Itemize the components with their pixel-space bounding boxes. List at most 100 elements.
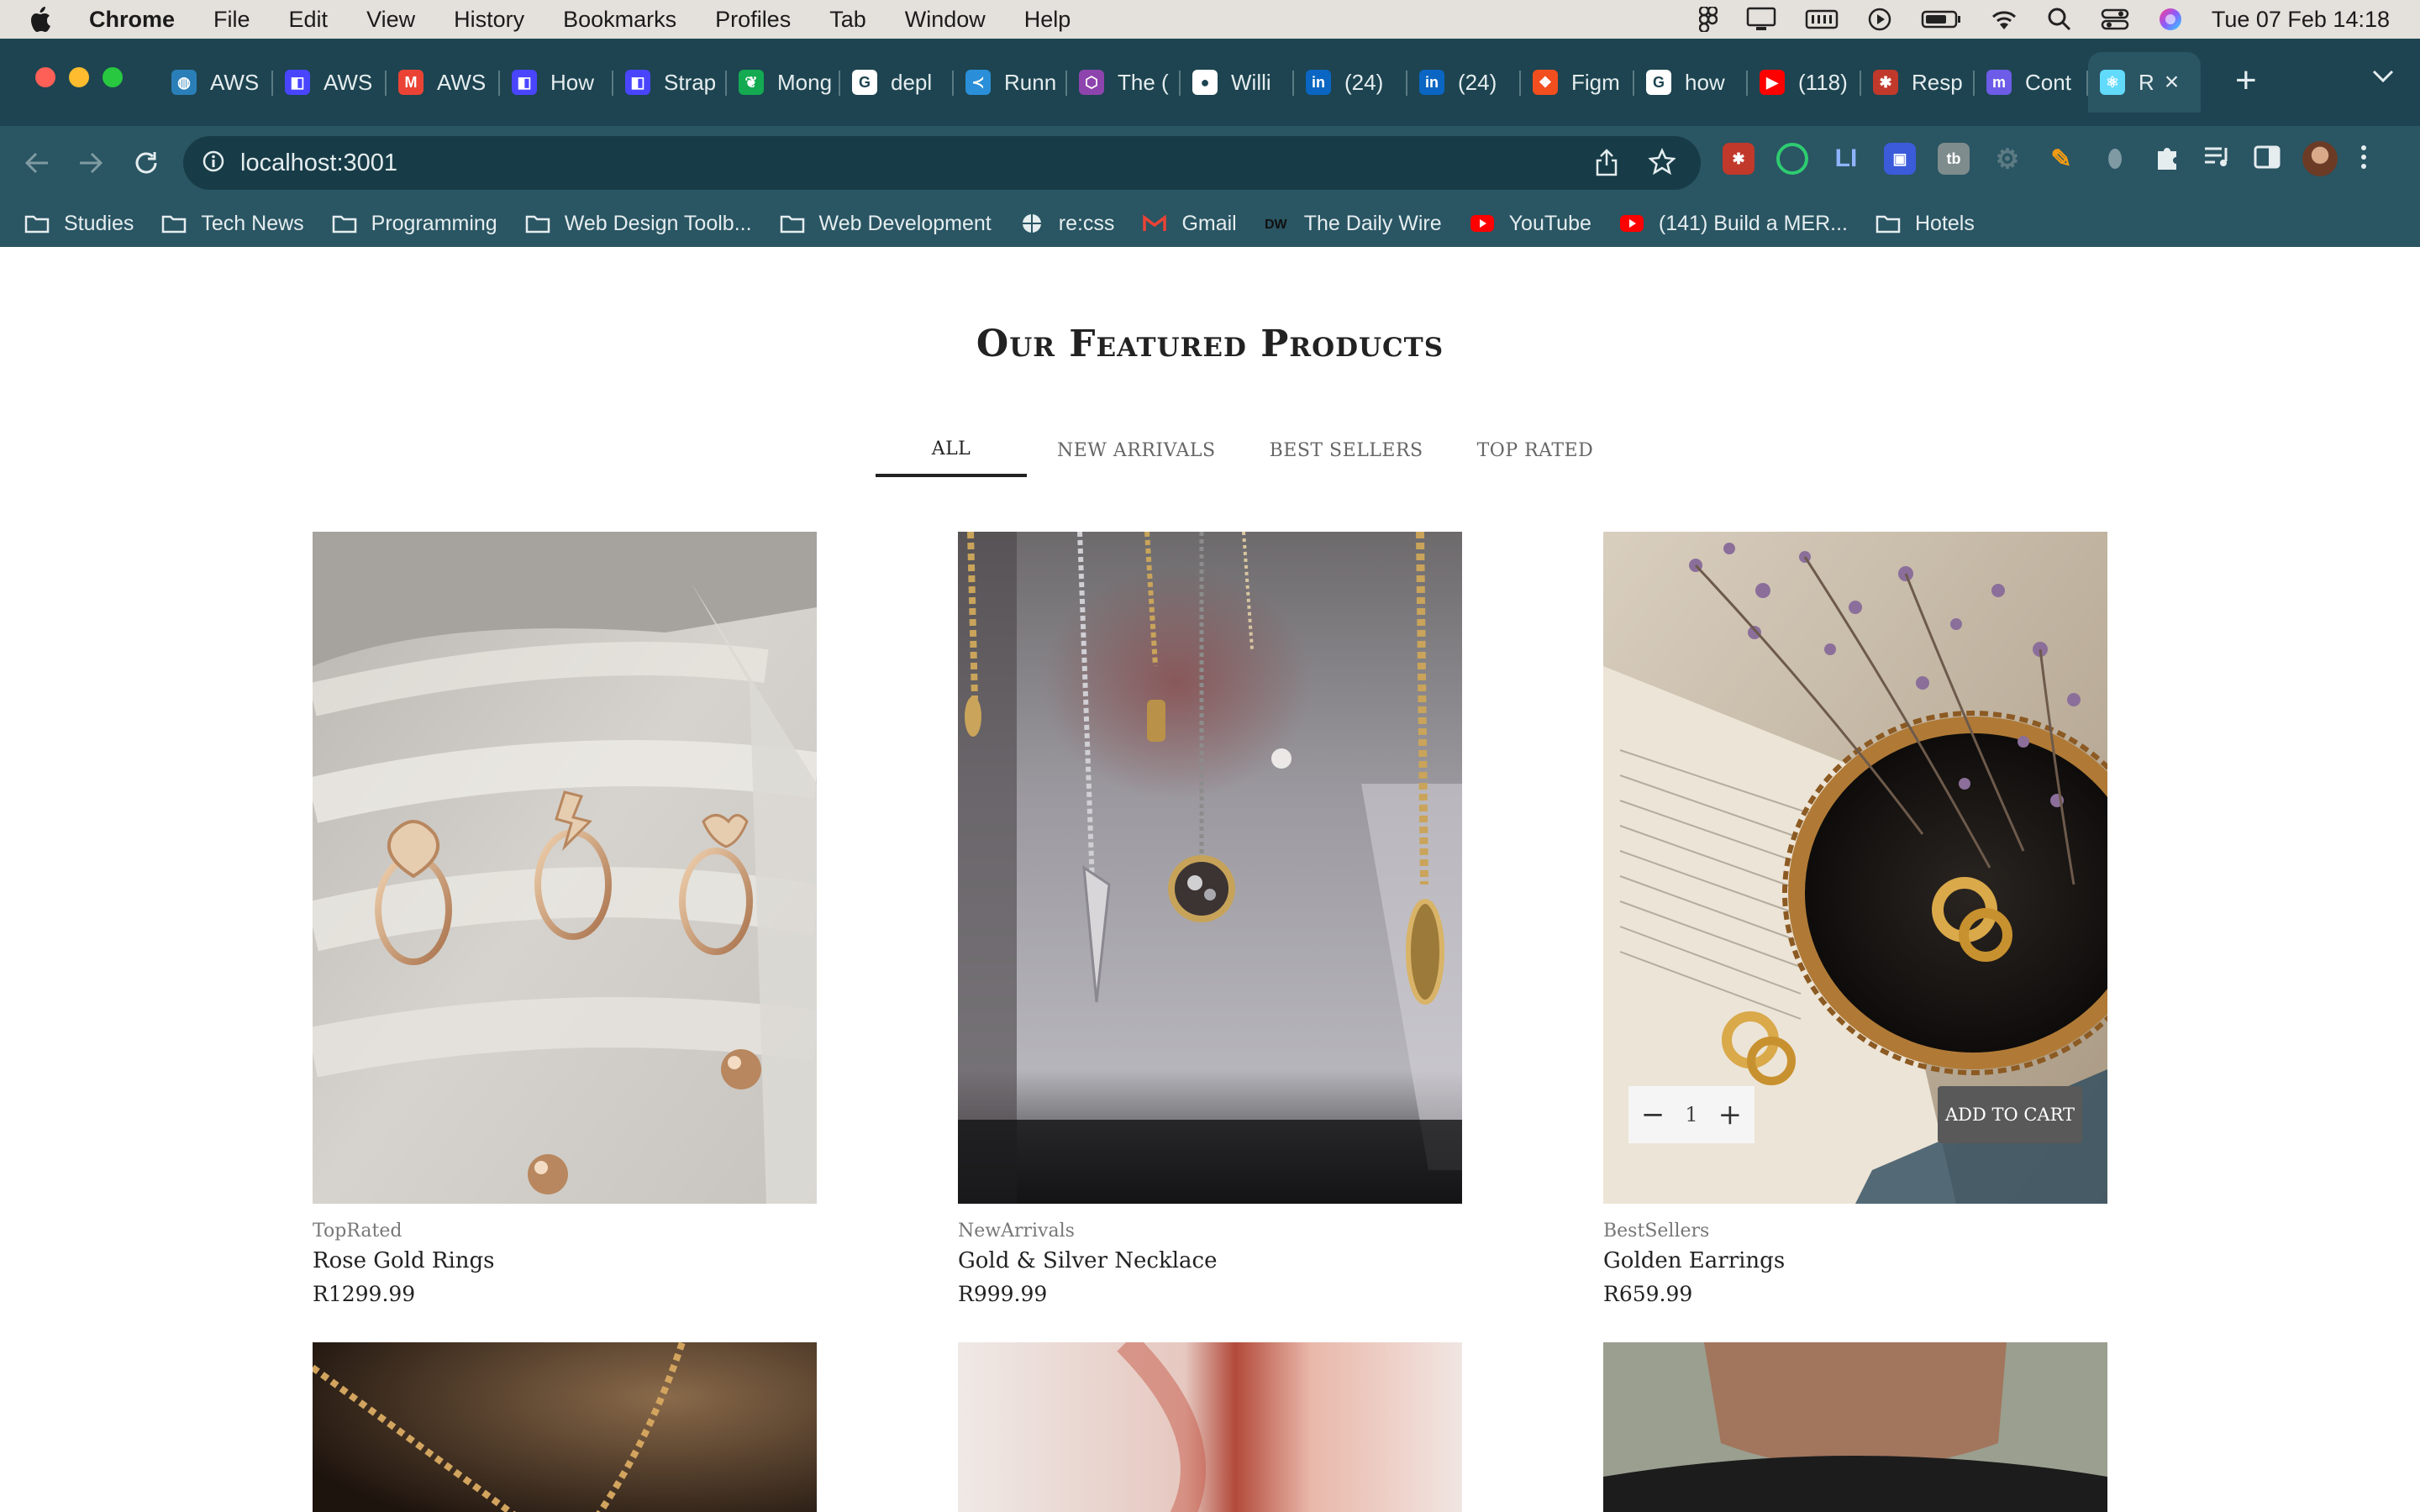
bookmark-item[interactable]: YouTube	[1469, 212, 1591, 236]
extension-shield-icon[interactable]: ▣	[1884, 143, 1916, 175]
browser-tab[interactable]: ◧ Strap	[613, 52, 727, 113]
new-tab-button[interactable]: +	[2235, 62, 2257, 99]
bookmark-item[interactable]: Hotels	[1875, 212, 1975, 236]
menu-edit[interactable]: Edit	[289, 7, 329, 33]
filter-tab-top-rated[interactable]: TOP RATED	[1450, 423, 1621, 477]
browser-tab[interactable]: M AWS	[387, 52, 500, 113]
menu-view[interactable]: View	[366, 7, 415, 33]
bookmark-item[interactable]: Programming	[331, 212, 497, 236]
browser-tab[interactable]: ◧ AWS	[273, 52, 387, 113]
tab-search-chevron-icon[interactable]	[2371, 69, 2395, 88]
product-name[interactable]: Rose Gold Rings	[313, 1248, 817, 1273]
menu-profiles[interactable]: Profiles	[715, 7, 791, 33]
reload-button[interactable]	[126, 143, 166, 183]
chrome-menu-icon[interactable]	[2360, 144, 2368, 175]
play-icon[interactable]	[1867, 7, 1892, 32]
product-card[interactable]: TopRated Rose Gold Rings R1299.99	[313, 532, 817, 1306]
browser-tab[interactable]: m Cont	[1975, 52, 2088, 113]
browser-tab[interactable]: ⚛ R ×	[2088, 52, 2201, 113]
browser-tab[interactable]: Ghow	[1634, 52, 1748, 113]
product-image-necklace[interactable]	[958, 532, 1462, 1204]
menu-help[interactable]: Help	[1024, 7, 1071, 33]
product-card[interactable]: − 1 + ADD TO CART BestSellers Golden Ear…	[1603, 532, 2107, 1306]
browser-tab[interactable]: ◧ How	[500, 52, 613, 113]
wifi-icon[interactable]	[1990, 8, 2018, 31]
bookmark-star-icon[interactable]	[1647, 147, 1677, 181]
browser-tab[interactable]: ⬡ The (	[1067, 52, 1181, 113]
bookmark-item[interactable]: DW The Daily Wire	[1264, 212, 1442, 236]
quantity-stepper[interactable]: − 1 +	[1628, 1086, 1754, 1143]
figma-status-icon[interactable]	[1698, 7, 1718, 32]
menu-history[interactable]: History	[454, 7, 524, 33]
browser-tab[interactable]: ≺ Runn	[954, 52, 1067, 113]
address-url[interactable]: localhost:3001	[240, 150, 397, 177]
browser-tab[interactable]: ✱ Resp	[1861, 52, 1975, 113]
browser-tab[interactable]: in (24)	[1294, 52, 1407, 113]
address-bar[interactable]: localhost:3001	[183, 136, 1701, 190]
bookmark-item[interactable]: Web Design Toolb...	[524, 212, 752, 236]
product-card[interactable]: NewArrivals Gold & Silver Necklace R999.…	[958, 532, 1462, 1306]
site-info-icon[interactable]	[202, 150, 225, 177]
product-image-fabric[interactable]	[958, 1342, 1462, 1512]
increase-quantity-button[interactable]: +	[1713, 1098, 1747, 1131]
menu-tab[interactable]: Tab	[829, 7, 866, 33]
side-panel-icon[interactable]	[2254, 144, 2281, 174]
menu-app-name[interactable]: Chrome	[89, 7, 175, 33]
product-name[interactable]: Gold & Silver Necklace	[958, 1248, 1462, 1273]
product-card[interactable]	[1603, 1342, 2107, 1512]
control-center-icon[interactable]	[2101, 8, 2129, 31]
window-minimize-button[interactable]	[69, 67, 89, 87]
share-icon[interactable]	[1595, 148, 1618, 181]
product-image-chain[interactable]	[313, 1342, 817, 1512]
filter-tab-new-arrivals[interactable]: NEW ARRIVALS	[1030, 423, 1243, 477]
media-queue-icon[interactable]	[2203, 144, 2232, 174]
display-icon[interactable]	[1746, 7, 1776, 32]
decrease-quantity-button[interactable]: −	[1636, 1098, 1670, 1131]
quantity-value[interactable]: 1	[1685, 1103, 1697, 1126]
browser-tab[interactable]: ❦ Mong	[727, 52, 840, 113]
browser-tab[interactable]: ● Willi	[1181, 52, 1294, 113]
memory-icon[interactable]	[1805, 8, 1839, 30]
extension-pen-icon[interactable]: ✎	[2045, 143, 2077, 175]
product-image-rings[interactable]	[313, 532, 817, 1204]
tab-close-icon[interactable]: ×	[2165, 68, 2180, 97]
browser-tab[interactable]: ◍ AWS	[160, 52, 273, 113]
profile-avatar[interactable]	[2302, 141, 2338, 176]
product-image-model[interactable]	[1603, 1342, 2107, 1512]
add-to-cart-button[interactable]: ADD TO CART	[1938, 1086, 2082, 1143]
browser-tab[interactable]: Gdepl	[840, 52, 954, 113]
product-card[interactable]	[958, 1342, 1462, 1512]
bookmark-item[interactable]: re:css	[1018, 212, 1114, 236]
extensions-puzzle-icon[interactable]	[2153, 143, 2181, 176]
bookmark-item[interactable]: Tech News	[160, 212, 304, 236]
filter-tab-best-sellers[interactable]: BEST SELLERS	[1243, 423, 1450, 477]
extension-bug-icon[interactable]: ✱	[1723, 143, 1754, 175]
menu-bookmarks[interactable]: Bookmarks	[563, 7, 676, 33]
browser-tab[interactable]: in (24)	[1407, 52, 1521, 113]
product-card[interactable]	[313, 1342, 817, 1512]
bookmark-item[interactable]: Web Development	[779, 212, 992, 236]
filter-tab-all[interactable]: ALL	[876, 423, 1027, 477]
forward-button[interactable]	[71, 143, 111, 183]
extension-tb-icon[interactable]: tb	[1938, 143, 1970, 175]
menu-file[interactable]: File	[213, 7, 250, 33]
extension-li-icon[interactable]: LI	[1830, 143, 1862, 175]
extension-ring-icon[interactable]	[1776, 143, 1808, 175]
product-image-earrings[interactable]: − 1 + ADD TO CART	[1603, 532, 2107, 1204]
back-button[interactable]	[17, 143, 57, 183]
siri-icon[interactable]	[2158, 7, 2183, 32]
apple-icon[interactable]	[30, 6, 69, 33]
window-zoom-button[interactable]	[103, 67, 123, 87]
bookmark-item[interactable]: Studies	[24, 212, 134, 236]
extension-bottle-icon[interactable]: ⬮	[2099, 143, 2131, 175]
battery-icon[interactable]	[1921, 9, 1961, 29]
browser-tab[interactable]: ❖ Figm	[1521, 52, 1634, 113]
bookmark-item[interactable]: Gmail	[1141, 212, 1237, 236]
menu-window[interactable]: Window	[905, 7, 986, 33]
bookmark-item[interactable]: (141) Build a MER...	[1618, 212, 1848, 236]
menubar-clock[interactable]: Tue 07 Feb 14:18	[2212, 7, 2390, 33]
window-close-button[interactable]	[35, 67, 55, 87]
browser-tab[interactable]: ▶ (118)	[1748, 52, 1861, 113]
product-name[interactable]: Golden Earrings	[1603, 1248, 2107, 1273]
spotlight-search-icon[interactable]	[2047, 7, 2072, 32]
